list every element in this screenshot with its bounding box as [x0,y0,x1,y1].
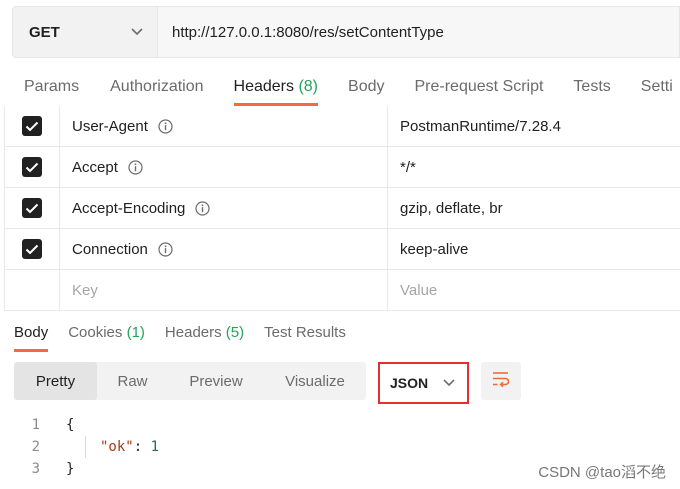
response-tabs: Body Cookies (1) Headers (5) Test Result… [14,320,366,352]
tab-settings[interactable]: Setti [641,68,673,106]
header-value[interactable]: PostmanRuntime/7.28.4 [388,106,680,146]
line-number: 2 [31,439,40,455]
row-checkbox[interactable] [4,147,60,187]
table-row: User-Agent PostmanRuntime/7.28.4 [4,106,680,147]
json-key: "ok" [100,439,134,455]
format-pretty-button[interactable]: Pretty [14,362,97,400]
new-value-input[interactable]: Value [388,270,680,310]
tab-count: (8) [298,78,319,95]
check-icon [22,239,42,259]
url-input[interactable]: http://127.0.0.1:8080/res/setContentType [158,6,680,58]
tab-label: Body [348,78,385,95]
header-key[interactable]: Connection [60,229,388,269]
tab-headers[interactable]: Headers (8) [233,68,319,106]
table-row: Accept-Encoding gzip, deflate, br [4,188,680,229]
row-checkbox[interactable] [4,229,60,269]
info-icon[interactable] [195,200,211,216]
info-icon[interactable] [158,241,173,257]
format-segmented-control: Pretty Raw Preview Visualize [14,362,366,400]
check-icon [22,198,42,218]
tab-label: Body [14,324,49,341]
line-number: 1 [31,417,40,433]
header-value[interactable]: */* [388,147,680,187]
header-key-text: Accept-Encoding [72,199,186,217]
tab-count: (1) [126,324,145,341]
info-icon[interactable] [128,159,143,175]
method-label: GET [29,23,60,41]
tab-count: (5) [225,324,245,341]
row-checkbox[interactable] [4,106,60,146]
tab-authorization[interactable]: Authorization [110,68,203,106]
tab-body[interactable]: Body [348,68,384,106]
table-row: Connection keep-alive [4,229,680,270]
language-label: JSON [390,375,429,391]
table-row-new: Key Value [4,270,680,311]
tab-label: Pre-request Script [414,78,544,95]
tab-cookies[interactable]: Cookies (1) [68,320,145,352]
tab-label: Setti [640,78,673,95]
method-select[interactable]: GET [12,6,158,58]
chevron-down-icon [443,379,455,387]
header-value[interactable]: gzip, deflate, br [388,188,680,228]
code-line: 1 { [0,414,680,436]
info-icon[interactable] [158,118,173,134]
watermark: CSDN @tao滔不绝 [538,464,666,481]
tab-label: Tests [573,78,611,95]
headers-table: User-Agent PostmanRuntime/7.28.4 Accept … [4,106,680,311]
tab-label: Authorization [110,78,204,95]
tab-test-results[interactable]: Test Results [264,320,346,352]
wrap-lines-icon [491,371,511,392]
header-key-text: User-Agent [72,117,148,135]
check-icon [22,157,42,177]
header-value[interactable]: keep-alive [388,229,680,269]
code-line: 2 "ok": 1 [0,436,680,458]
tab-label: Headers [233,78,294,95]
tab-label: Test Results [264,324,346,341]
check-icon [22,116,42,136]
format-visualize-button[interactable]: Visualize [264,362,366,400]
tab-pre-request-script[interactable]: Pre-request Script [414,68,543,106]
code-text: } [66,461,75,477]
tab-params[interactable]: Params [24,68,79,106]
format-raw-button[interactable]: Raw [97,362,168,400]
tab-label: Params [24,78,80,95]
wrap-lines-button[interactable] [481,362,521,400]
tab-label: Cookies [68,324,123,341]
new-key-input[interactable]: Key [60,270,388,310]
language-select[interactable]: JSON [378,362,469,404]
row-checkbox-empty [4,270,60,310]
table-row: Accept */* [4,147,680,188]
request-tabs: Params Authorization Headers (8) Body Pr… [0,68,680,106]
header-key-text: Accept [72,158,118,176]
json-colon: : [133,439,151,455]
request-bar: GET http://127.0.0.1:8080/res/setContent… [12,6,680,58]
json-value: 1 [150,439,160,455]
line-number: 3 [31,461,40,477]
header-key-text: Connection [72,240,148,258]
format-preview-button[interactable]: Preview [168,362,264,400]
code-text: { [66,417,75,433]
tab-label: Headers [164,324,222,341]
chevron-down-icon [131,28,143,36]
tab-response-headers[interactable]: Headers (5) [165,320,244,352]
header-key[interactable]: Accept [60,147,388,187]
tab-tests[interactable]: Tests [573,68,610,106]
indent-guide [85,436,86,458]
tab-response-body[interactable]: Body [14,320,49,352]
header-key[interactable]: Accept-Encoding [60,188,388,228]
row-checkbox[interactable] [4,188,60,228]
header-key[interactable]: User-Agent [60,106,388,146]
